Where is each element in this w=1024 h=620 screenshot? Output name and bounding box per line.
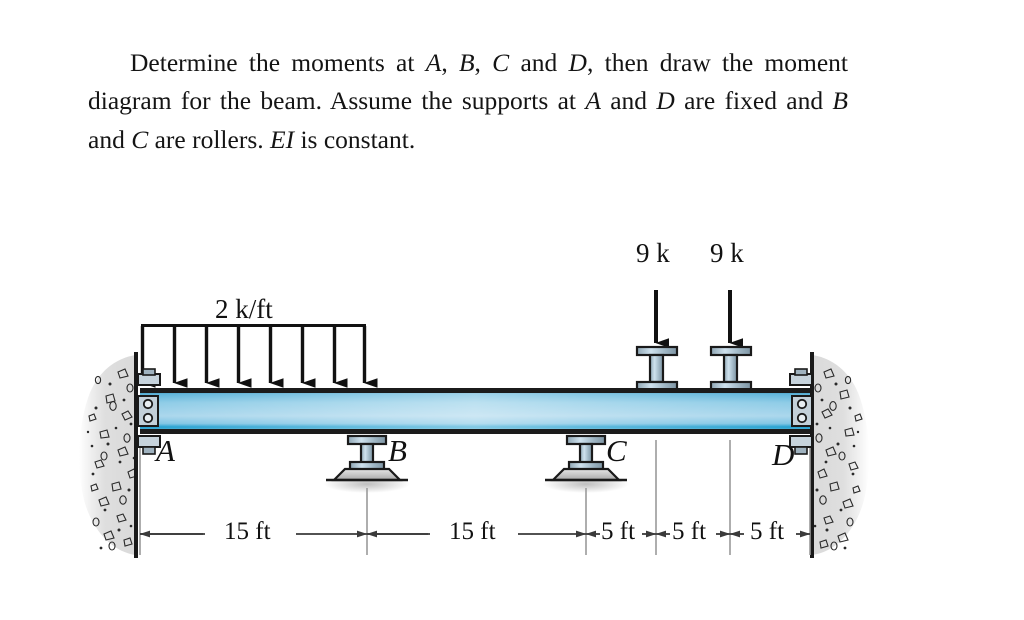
bearing-stub-load-2 <box>709 345 753 392</box>
problem-sep3: and <box>509 48 569 77</box>
problem-text-part4: are fixed and <box>674 86 833 116</box>
problem-point-a2: A <box>585 86 601 116</box>
problem-sep2: , <box>474 48 493 77</box>
problem-text-part6: are rollers. <box>148 124 270 154</box>
problem-point-b2: B <box>832 86 848 116</box>
dimension-label-5: 5 ft <box>750 518 785 545</box>
dimension-label-2: 15 ft <box>449 518 496 545</box>
problem-text-part5: and <box>88 124 132 154</box>
label-point-b: B <box>388 433 407 468</box>
point-load-2-label: 9 k <box>710 238 744 268</box>
dimension-label-1: 15 ft <box>224 518 271 545</box>
problem-point-d: D <box>568 48 587 77</box>
label-point-a: A <box>156 433 175 468</box>
problem-point-c: C <box>492 48 510 77</box>
problem-sep1: , <box>441 48 459 77</box>
label-point-d: D <box>772 437 795 472</box>
point-load-arrows <box>654 290 743 348</box>
dimension-label-4: 5 ft <box>672 518 707 545</box>
distributed-load-label: 2 k/ft <box>215 294 273 324</box>
problem-ei-symbol: EI <box>270 124 295 154</box>
bearing-stub-load-1 <box>635 345 679 392</box>
label-point-c: C <box>606 433 627 468</box>
fixed-support-d-wall <box>810 352 869 558</box>
problem-point-b: B <box>458 48 475 77</box>
problem-point-d2: D <box>656 86 675 116</box>
point-load-1-label: 9 k <box>636 238 670 268</box>
problem-statement: Determine the moments at A, B, C and D, … <box>88 44 848 159</box>
fixed-support-a-wall <box>79 352 138 558</box>
problem-text-part3: and <box>600 86 657 116</box>
textbook-problem-figure: Determine the moments at A, B, C and D, … <box>0 0 1024 620</box>
beam-diagram: 2 k/ft 9 k 9 k A B C D 15 ft 15 ft 5 ft … <box>0 200 1024 600</box>
problem-point-a: A <box>425 48 442 77</box>
dimension-label-3: 5 ft <box>601 518 636 545</box>
problem-text-part1: Determine the moments at <box>130 48 426 77</box>
problem-text-part7: is constant. <box>294 124 416 154</box>
problem-point-c2: C <box>131 124 149 154</box>
distributed-load-2kft <box>140 324 378 388</box>
beam <box>140 388 810 434</box>
